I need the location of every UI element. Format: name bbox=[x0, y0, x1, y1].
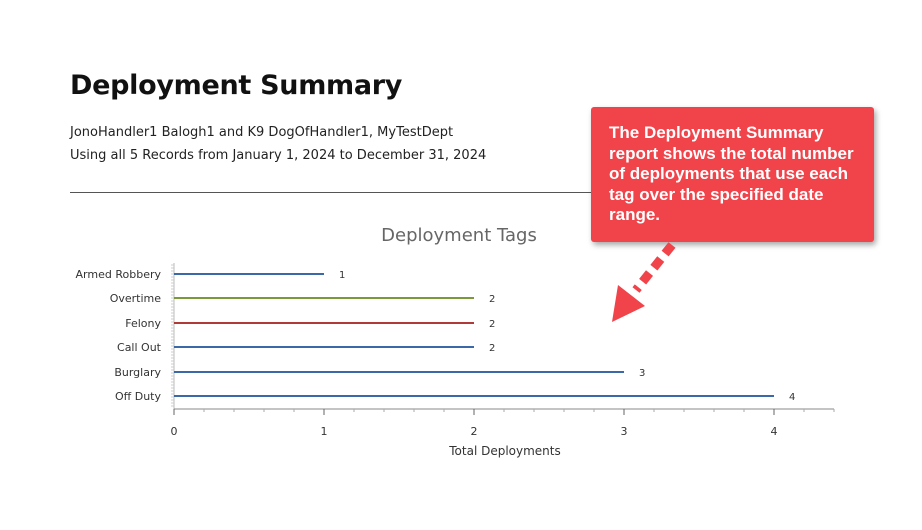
callout-arrow bbox=[612, 242, 676, 322]
callout-arrow-line bbox=[632, 242, 676, 293]
